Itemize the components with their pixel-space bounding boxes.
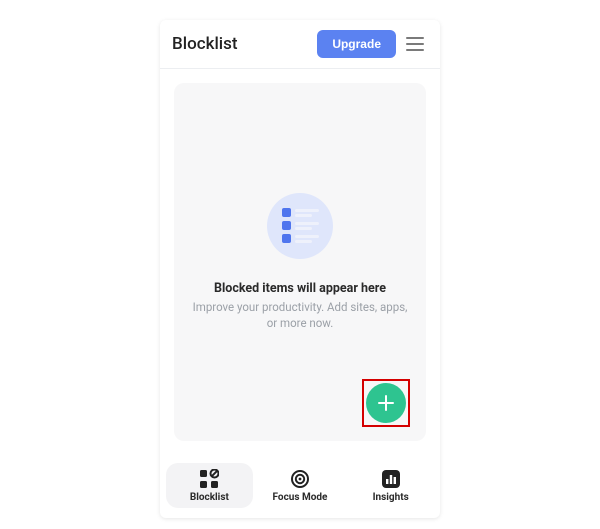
blocklist-illustration-icon	[267, 193, 333, 259]
nav-label: Insights	[373, 492, 409, 503]
hamburger-menu-icon[interactable]	[406, 33, 428, 55]
add-button[interactable]	[366, 383, 406, 423]
header-actions: Upgrade	[317, 30, 428, 58]
empty-state-card: Blocked items will appear here Improve y…	[174, 83, 426, 441]
plus-icon	[377, 394, 395, 412]
app-screen: Blocklist Upgrade	[160, 20, 440, 518]
empty-state-subtitle: Improve your productivity. Add sites, ap…	[188, 300, 412, 331]
page-title: Blocklist	[172, 34, 238, 54]
nav-label: Focus Mode	[273, 492, 328, 503]
upgrade-button[interactable]: Upgrade	[317, 30, 396, 58]
grid-blocked-icon	[199, 469, 219, 489]
main-content: Blocked items will appear here Improve y…	[160, 69, 440, 455]
nav-blocklist[interactable]: Blocklist	[166, 463, 253, 508]
nav-label: Blocklist	[190, 492, 229, 503]
bottom-nav: Blocklist Focus Mode Insi	[160, 455, 440, 518]
add-button-highlight	[362, 379, 410, 427]
nav-insights[interactable]: Insights	[347, 463, 434, 508]
header: Blocklist Upgrade	[160, 20, 440, 69]
nav-focus-mode[interactable]: Focus Mode	[257, 463, 344, 508]
bar-chart-icon	[381, 469, 401, 489]
target-icon	[290, 469, 310, 489]
empty-state-title: Blocked items will appear here	[214, 281, 386, 296]
